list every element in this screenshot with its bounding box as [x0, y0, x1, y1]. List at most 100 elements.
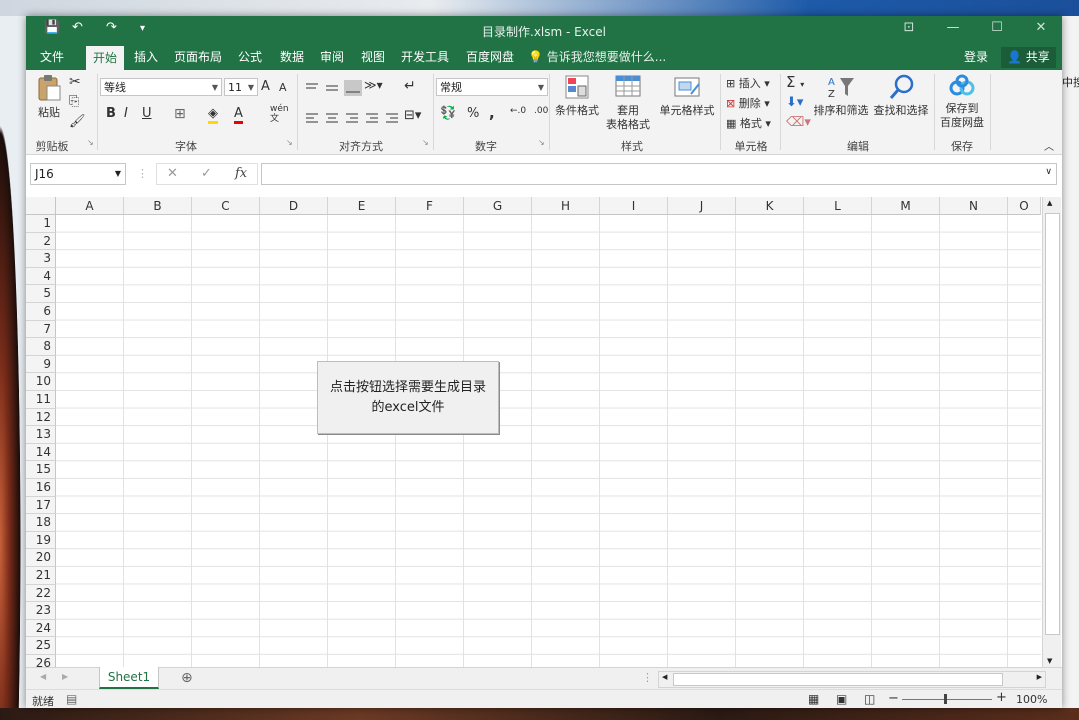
select-all-corner[interactable]	[26, 197, 56, 215]
row-header[interactable]: 24	[26, 619, 56, 638]
new-sheet-icon[interactable]: ⊕	[181, 670, 193, 686]
column-header[interactable]: D	[260, 197, 328, 215]
collapse-ribbon-icon[interactable]: ︿	[1044, 138, 1054, 153]
column-header[interactable]: F	[396, 197, 464, 215]
scroll-right-icon[interactable]: ▶	[1037, 673, 1042, 681]
row-header[interactable]: 15	[26, 461, 56, 479]
tab-review[interactable]: 审阅	[314, 45, 350, 70]
column-header[interactable]: I	[600, 197, 668, 215]
column-header[interactable]: J	[668, 197, 736, 215]
conditional-formatting-button[interactable]: 条件格式	[552, 74, 602, 118]
row-header[interactable]: 9	[26, 355, 56, 374]
paste-button[interactable]: 粘贴	[32, 74, 66, 120]
select-file-macro-button[interactable]: 点击按钮选择需要生成目录 的excel文件	[317, 361, 499, 434]
row-header[interactable]: 19	[26, 531, 56, 550]
row-header[interactable]: 2	[26, 232, 56, 251]
font-color-icon[interactable]: A	[234, 106, 243, 124]
orientation-icon[interactable]: ≫▾	[364, 78, 383, 92]
underline-button[interactable]: U	[142, 106, 152, 121]
clear-icon[interactable]: ⌫▾	[786, 115, 811, 130]
zoom-slider-thumb[interactable]	[944, 694, 947, 704]
tab-page-layout[interactable]: 页面布局	[170, 45, 226, 70]
page-layout-view-icon[interactable]: ▣	[836, 692, 847, 706]
prev-sheet-icon[interactable]: ◀	[40, 672, 46, 681]
column-header[interactable]: G	[464, 197, 532, 215]
share-button[interactable]: 👤 共享	[1001, 47, 1056, 68]
delete-cells-button[interactable]: ⊠ 删除 ▾	[726, 95, 770, 111]
row-header[interactable]: 16	[26, 479, 56, 497]
row-header[interactable]: 1	[26, 215, 56, 233]
tell-me-search[interactable]: 💡 告诉我您想要做什么...	[528, 45, 666, 70]
format-as-table-button[interactable]: 套用 表格格式	[602, 74, 654, 132]
enter-icon[interactable]: ✓	[201, 166, 212, 181]
format-cells-button[interactable]: ▦ 格式 ▾	[726, 115, 771, 131]
column-header[interactable]: B	[124, 197, 192, 215]
phonetic-guide-button[interactable]: wén 文	[270, 104, 289, 124]
row-header[interactable]: 26	[26, 655, 56, 667]
name-box[interactable]: J16 ▼	[30, 163, 126, 185]
column-header[interactable]: H	[532, 197, 600, 215]
tab-file[interactable]: 文件	[32, 45, 72, 70]
row-header[interactable]: 3	[26, 250, 56, 268]
row-header[interactable]: 21	[26, 567, 56, 585]
page-break-view-icon[interactable]: ◫	[864, 692, 875, 706]
find-select-button[interactable]: 查找和选择	[872, 74, 930, 118]
normal-view-icon[interactable]: ▦	[808, 692, 819, 706]
row-header[interactable]: 13	[26, 426, 56, 444]
macro-record-icon[interactable]: ▤	[66, 692, 77, 706]
row-header[interactable]: 11	[26, 391, 56, 409]
scroll-down-icon[interactable]: ▼	[1047, 657, 1052, 665]
vertical-scroll-thumb[interactable]	[1045, 213, 1060, 635]
column-header[interactable]: E	[328, 197, 396, 215]
cell-area[interactable]	[56, 215, 1041, 667]
fill-color-icon[interactable]: ◈	[208, 106, 218, 124]
worksheet-grid[interactable]: ABCDEFGHIJKLMNO 1 2 3 4 5 6 7 8 9 10 11 12 13 14 15 16 1…	[26, 197, 1062, 667]
tab-home[interactable]: 开始	[86, 45, 124, 71]
copy-icon[interactable]: ⎘	[69, 94, 79, 109]
percent-button[interactable]: %	[467, 106, 479, 121]
sort-filter-button[interactable]: AZ 排序和筛选	[812, 74, 870, 118]
scroll-up-icon[interactable]: ▲	[1047, 199, 1052, 207]
increase-decimal-button[interactable]: ←.0	[510, 106, 526, 116]
zoom-out-button[interactable]: −	[888, 691, 899, 706]
minimize-button[interactable]: —	[938, 20, 968, 35]
tab-view[interactable]: 视图	[355, 45, 391, 70]
tab-baidu-netdisk[interactable]: 百度网盘	[460, 45, 520, 70]
row-header[interactable]: 17	[26, 496, 56, 515]
row-header[interactable]: 6	[26, 303, 56, 321]
close-button[interactable]: ✕	[1026, 20, 1056, 35]
merge-center-icon[interactable]: ⊟▾	[404, 108, 421, 123]
zoom-level[interactable]: 100%	[1016, 693, 1047, 706]
wrap-text-icon[interactable]: ↵	[404, 78, 416, 94]
split-handle-icon[interactable]: ⋮	[642, 671, 653, 684]
format-painter-icon[interactable]: 🖌	[69, 114, 86, 129]
bold-button[interactable]: B	[106, 106, 116, 121]
cancel-icon[interactable]: ✕	[167, 166, 178, 181]
zoom-slider-track[interactable]	[902, 699, 992, 700]
tab-formulas[interactable]: 公式	[232, 45, 268, 70]
font-launcher-icon[interactable]: ↘	[286, 138, 293, 147]
maximize-button[interactable]: ☐	[982, 20, 1012, 35]
column-header[interactable]: K	[736, 197, 804, 215]
borders-icon[interactable]: ⊞	[174, 106, 186, 122]
column-header[interactable]: L	[804, 197, 872, 215]
insert-cells-button[interactable]: ⊞ 插入 ▾	[726, 75, 770, 91]
currency-icon[interactable]: 💱	[440, 106, 456, 121]
column-header[interactable]: O	[1008, 197, 1041, 215]
column-header[interactable]: N	[940, 197, 1008, 215]
increase-font-size-button[interactable]: A	[261, 79, 270, 94]
alignment-launcher-icon[interactable]: ↘	[422, 138, 429, 147]
cut-icon[interactable]: ✂	[69, 74, 81, 90]
autosum-button[interactable]: Σ ▾	[786, 73, 804, 91]
zoom-in-button[interactable]: +	[996, 690, 1007, 705]
horizontal-scroll-thumb[interactable]	[673, 673, 1003, 686]
tab-insert[interactable]: 插入	[128, 45, 164, 70]
font-size-dropdown[interactable]: 11 ▼	[224, 78, 258, 96]
font-name-dropdown[interactable]: 等线 ▼	[100, 78, 222, 96]
row-header[interactable]: 20	[26, 549, 56, 567]
tab-developer[interactable]: 开发工具	[396, 45, 454, 70]
row-header[interactable]: 14	[26, 443, 56, 462]
save-to-baidu-button[interactable]: 保存到 百度网盘	[936, 74, 988, 130]
clipboard-launcher-icon[interactable]: ↘	[87, 138, 94, 147]
decrease-decimal-button[interactable]: .00	[534, 106, 548, 116]
